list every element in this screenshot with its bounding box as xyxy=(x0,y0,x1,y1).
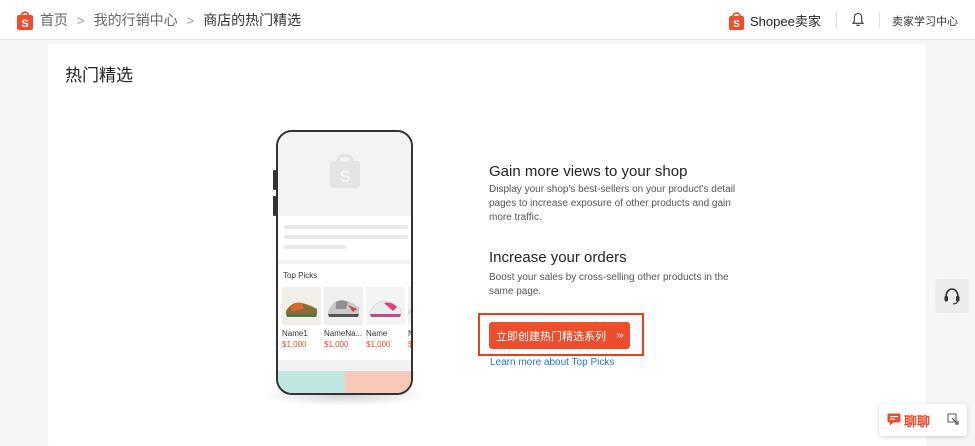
breadcrumb: 首页 > 我的行销中心 > 商店的热门精选 xyxy=(40,0,301,40)
shoe-thumbnail xyxy=(324,287,363,325)
page-title: 热门精选 xyxy=(65,66,133,85)
divider xyxy=(879,12,880,28)
seller-label: Shopee卖家 xyxy=(750,14,821,29)
minimize-icon[interactable] xyxy=(947,413,959,425)
phone-hero-image: S xyxy=(278,132,411,216)
pick-price: $1,000 xyxy=(282,340,307,349)
shopee-bag-icon: S xyxy=(729,12,744,30)
pick-price: $1,000 xyxy=(324,340,349,349)
shopee-bag-placeholder-icon: S xyxy=(330,153,360,188)
headset-icon xyxy=(944,288,960,305)
pick-name: N xyxy=(408,329,411,338)
phone-footer-right xyxy=(344,371,411,393)
svg-text:S: S xyxy=(733,19,740,30)
shoe-icon xyxy=(366,287,405,325)
benefit-title: Gain more views to your shop xyxy=(489,163,688,180)
benefit-title: Increase your orders xyxy=(489,249,627,266)
pick-name: NameNa... xyxy=(324,329,363,338)
shoe-thumbnail xyxy=(366,287,405,325)
pick-name: Name xyxy=(366,329,388,338)
top-picks-title: Top Picks xyxy=(283,271,318,280)
phone-illustration: S Top Picks Name1 $1,000 NameNa... $1,00… xyxy=(276,130,413,395)
breadcrumb-current: 商店的热门精选 xyxy=(203,12,302,28)
shoe-thumbnail xyxy=(408,287,411,325)
top-pick-item: N $ xyxy=(408,287,413,349)
placeholder-line xyxy=(284,235,408,239)
placeholder-line xyxy=(284,225,408,229)
phone-footer-left xyxy=(278,371,345,393)
shoe-thumbnail xyxy=(282,287,321,325)
chat-bubble-icon xyxy=(887,413,901,426)
phone-text-placeholder xyxy=(278,216,411,260)
pick-price: $ xyxy=(408,340,413,349)
placeholder-line xyxy=(284,245,346,249)
benefit-description: Boost your sales by cross-selling other … xyxy=(489,272,729,297)
chat-label: 聊聊 xyxy=(904,414,931,429)
shoe-icon xyxy=(324,287,363,325)
learning-center-link[interactable]: 卖家学习中心 xyxy=(892,13,958,29)
create-top-picks-button[interactable]: 立即创建热门精选系列 ››› xyxy=(489,322,630,349)
chat-widget[interactable]: 聊聊 xyxy=(879,404,967,436)
main-card: 热门精选 S Top Picks Name1 $1,000 NameNa... … xyxy=(48,44,926,446)
breadcrumb-home[interactable]: 首页 xyxy=(40,10,68,30)
phone-top-picks: Top Picks Name1 $1,000 NameNa... $1,000 … xyxy=(278,264,411,360)
chevrons-right-icon: ››› xyxy=(616,330,624,341)
bell-icon[interactable] xyxy=(852,12,864,27)
breadcrumb-marketing-center[interactable]: 我的行销中心 xyxy=(94,10,178,30)
pick-price: $1,000 xyxy=(366,340,391,349)
support-button[interactable] xyxy=(935,279,969,313)
create-top-picks-label: 立即创建热门精选系列 xyxy=(496,330,606,343)
learn-more-link[interactable]: Learn more about Top Picks xyxy=(490,357,614,368)
seller-brand[interactable]: S Shopee卖家 xyxy=(728,10,821,31)
benefit-description: Display your shop's best-sellers on your… xyxy=(489,184,736,223)
top-bar: S 首页 > 我的行销中心 > 商店的热门精选 S Shopee卖家 卖家学习中… xyxy=(0,0,975,40)
breadcrumb-separator: > xyxy=(186,12,195,28)
breadcrumb-separator: > xyxy=(77,12,85,28)
top-pick-item: Name1 $1,000 xyxy=(282,287,321,349)
shoe-icon xyxy=(282,287,321,325)
top-pick-item: Name $1,000 xyxy=(366,287,405,349)
pick-name: Name1 xyxy=(282,329,308,338)
svg-text:S: S xyxy=(21,18,28,30)
shopee-logo-icon[interactable]: S xyxy=(16,9,34,31)
shoe-icon xyxy=(408,287,411,325)
divider xyxy=(836,12,837,28)
svg-text:S: S xyxy=(339,167,350,186)
top-pick-item: NameNa... $1,000 xyxy=(324,287,363,349)
